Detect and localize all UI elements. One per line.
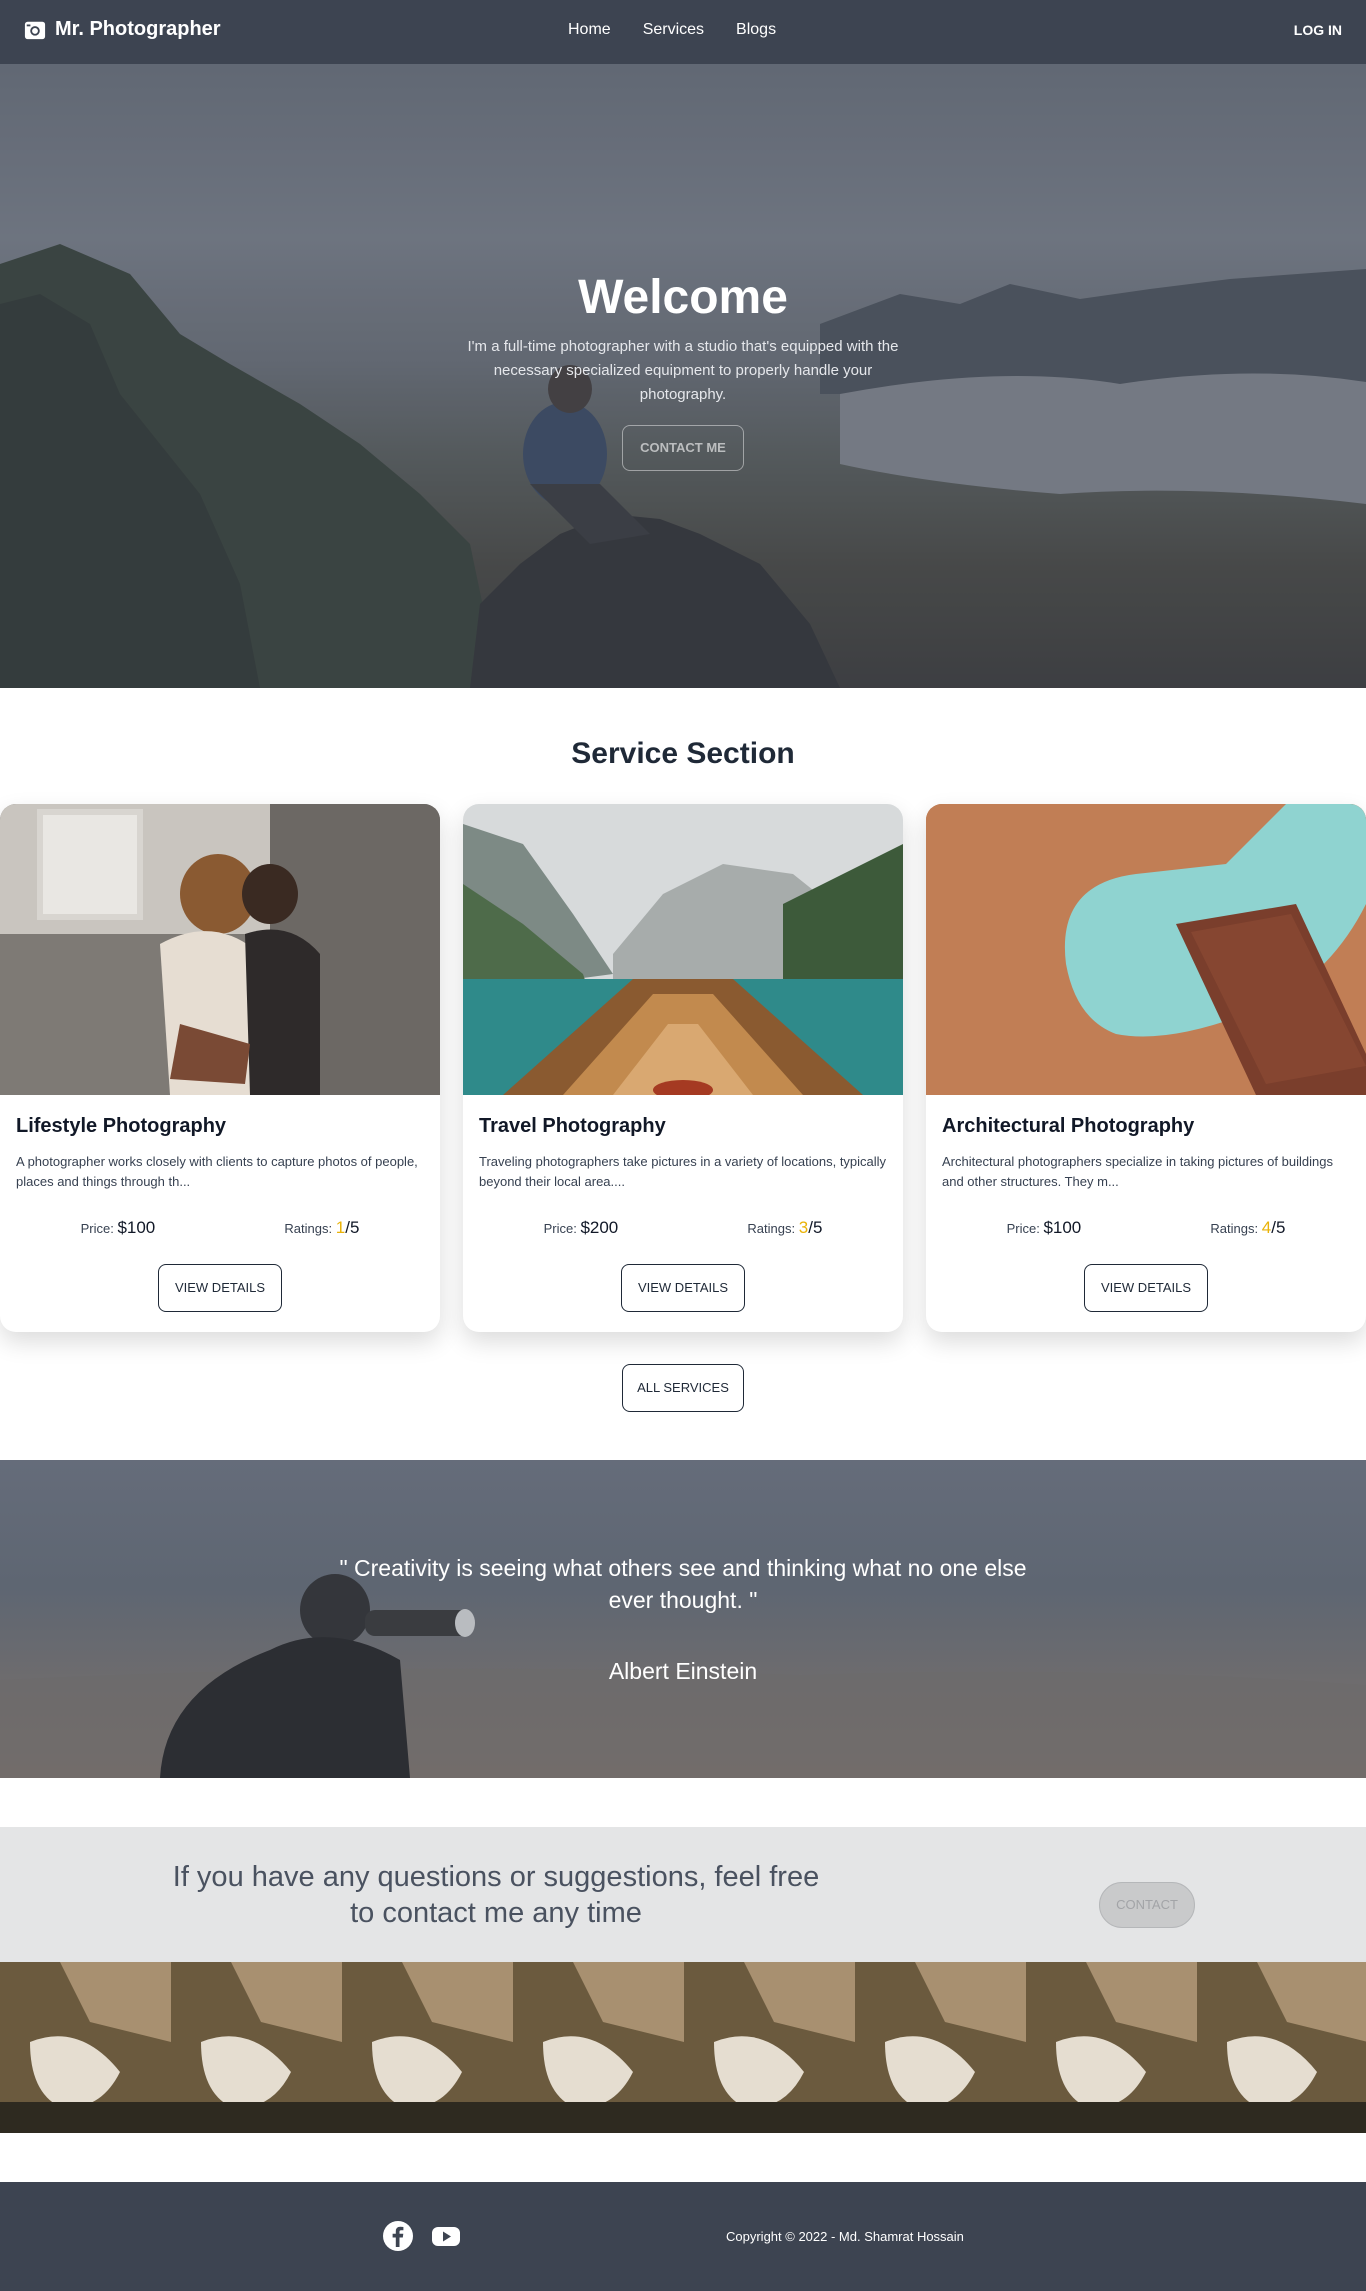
social-links <box>382 2220 462 2252</box>
copyright: Copyright © 2022 - Md. Shamrat Hossain <box>726 2229 964 2244</box>
contact-band: If you have any questions or suggestions… <box>0 1827 1366 1962</box>
rating-max: /5 <box>808 1218 823 1237</box>
ratings-label: Ratings: <box>747 1221 796 1236</box>
service-card: Travel Photography Traveling photographe… <box>463 804 903 1332</box>
ratings-label: Ratings: <box>1210 1221 1259 1236</box>
card-body: Lifestyle Photography A photographer wor… <box>0 1095 440 1312</box>
navbar: Mr. Photographer Home Services Blogs Log… <box>0 0 1366 64</box>
price-label: Price: <box>80 1221 114 1236</box>
card-meta: Price: $100 Ratings: 4/5 <box>942 1218 1350 1238</box>
gallery-tile <box>342 1962 513 2133</box>
quote-author: Albert Einstein <box>608 1658 758 1684</box>
view-details-button[interactable]: View Details <box>1084 1264 1208 1312</box>
card-title: Architectural Photography <box>942 1115 1195 1137</box>
card-description: Architectural photographers specialize i… <box>942 1154 1333 1189</box>
travel-photo <box>463 804 903 1095</box>
architecture-photo <box>926 804 1366 1095</box>
price-label: Price: <box>543 1221 577 1236</box>
brand-name: Mr. Photographer <box>55 18 221 40</box>
rating-value: 4 <box>1261 1218 1272 1237</box>
service-card: Architectural Photography Architectural … <box>926 804 1366 1332</box>
price-info: Price: $200 <box>544 1218 619 1238</box>
contact-prompt: If you have any questions or suggestions… <box>172 1861 820 1929</box>
service-image <box>926 804 1366 1095</box>
card-meta: Price: $100 Ratings: 1/5 <box>16 1218 424 1238</box>
hero-banner: Welcome I'm a full-time photographer wit… <box>0 64 1366 688</box>
photographer-silhouette <box>0 1574 1366 1778</box>
quote-section: " Creativity is seeing what others see a… <box>0 1460 1366 1778</box>
price-value: $200 <box>580 1218 619 1237</box>
nav-home[interactable]: Home <box>568 21 611 39</box>
rating-max: /5 <box>1271 1218 1286 1237</box>
nav-blogs[interactable]: Blogs <box>736 21 776 39</box>
section-title: Service Section <box>571 737 795 770</box>
rating-value: 3 <box>798 1218 809 1237</box>
card-meta: Price: $200 Ratings: 3/5 <box>479 1218 887 1238</box>
card-body: Travel Photography Traveling photographe… <box>463 1095 903 1312</box>
facebook-icon[interactable] <box>382 2220 414 2252</box>
rating-max: /5 <box>345 1218 360 1237</box>
card-title: Lifestyle Photography <box>16 1115 227 1137</box>
rating-value: 1 <box>335 1218 346 1237</box>
nav-services[interactable]: Services <box>643 21 704 39</box>
brand[interactable]: Mr. Photographer <box>24 18 221 41</box>
lifestyle-photo <box>0 804 440 1095</box>
rating-info: Ratings: 4/5 <box>1210 1218 1285 1238</box>
price-label: Price: <box>1006 1221 1040 1236</box>
service-image <box>0 804 440 1095</box>
hero-title: Welcome <box>578 271 788 324</box>
card-title: Travel Photography <box>479 1115 666 1137</box>
gallery-tile <box>1026 1962 1197 2133</box>
price-info: Price: $100 <box>81 1218 156 1238</box>
nav-links: Home Services Blogs <box>568 21 776 39</box>
gallery-tile <box>1197 1962 1366 2133</box>
service-image <box>463 804 903 1095</box>
card-description: A photographer works closely with client… <box>16 1154 418 1189</box>
gallery-tile <box>855 1962 1026 2133</box>
view-details-button[interactable]: View Details <box>621 1264 745 1312</box>
gallery-tile <box>513 1962 684 2133</box>
rating-info: Ratings: 3/5 <box>747 1218 822 1238</box>
card-description: Traveling photographers take pictures in… <box>479 1154 887 1189</box>
all-services-button[interactable]: All Services <box>622 1364 744 1412</box>
login-button[interactable]: Log In <box>1294 22 1342 38</box>
card-body: Architectural Photography Architectural … <box>926 1095 1366 1312</box>
rating-info: Ratings: 1/5 <box>284 1218 359 1238</box>
gallery-tile <box>171 1962 342 2133</box>
view-details-button[interactable]: View Details <box>158 1264 282 1312</box>
price-value: $100 <box>117 1218 156 1237</box>
youtube-icon[interactable] <box>430 2220 462 2252</box>
gallery-tile <box>684 1962 855 2133</box>
contact-me-button[interactable]: Contact Me <box>622 425 744 471</box>
gallery-tile <box>0 1962 171 2133</box>
gallery-strip <box>0 1962 1366 2133</box>
footer: Copyright © 2022 - Md. Shamrat Hossain <box>0 2182 1366 2291</box>
hero-content: Welcome I'm a full-time photographer wit… <box>0 270 1366 471</box>
price-info: Price: $100 <box>1007 1218 1082 1238</box>
hero-text: I'm a full-time photographer with a stud… <box>467 338 899 403</box>
quote-text: " Creativity is seeing what others see a… <box>339 1555 1027 1613</box>
contact-button[interactable]: Contact <box>1099 1882 1195 1928</box>
service-card: Lifestyle Photography A photographer wor… <box>0 804 440 1332</box>
price-value: $100 <box>1043 1218 1082 1237</box>
camera-icon <box>24 21 46 39</box>
ratings-label: Ratings: <box>284 1221 333 1236</box>
